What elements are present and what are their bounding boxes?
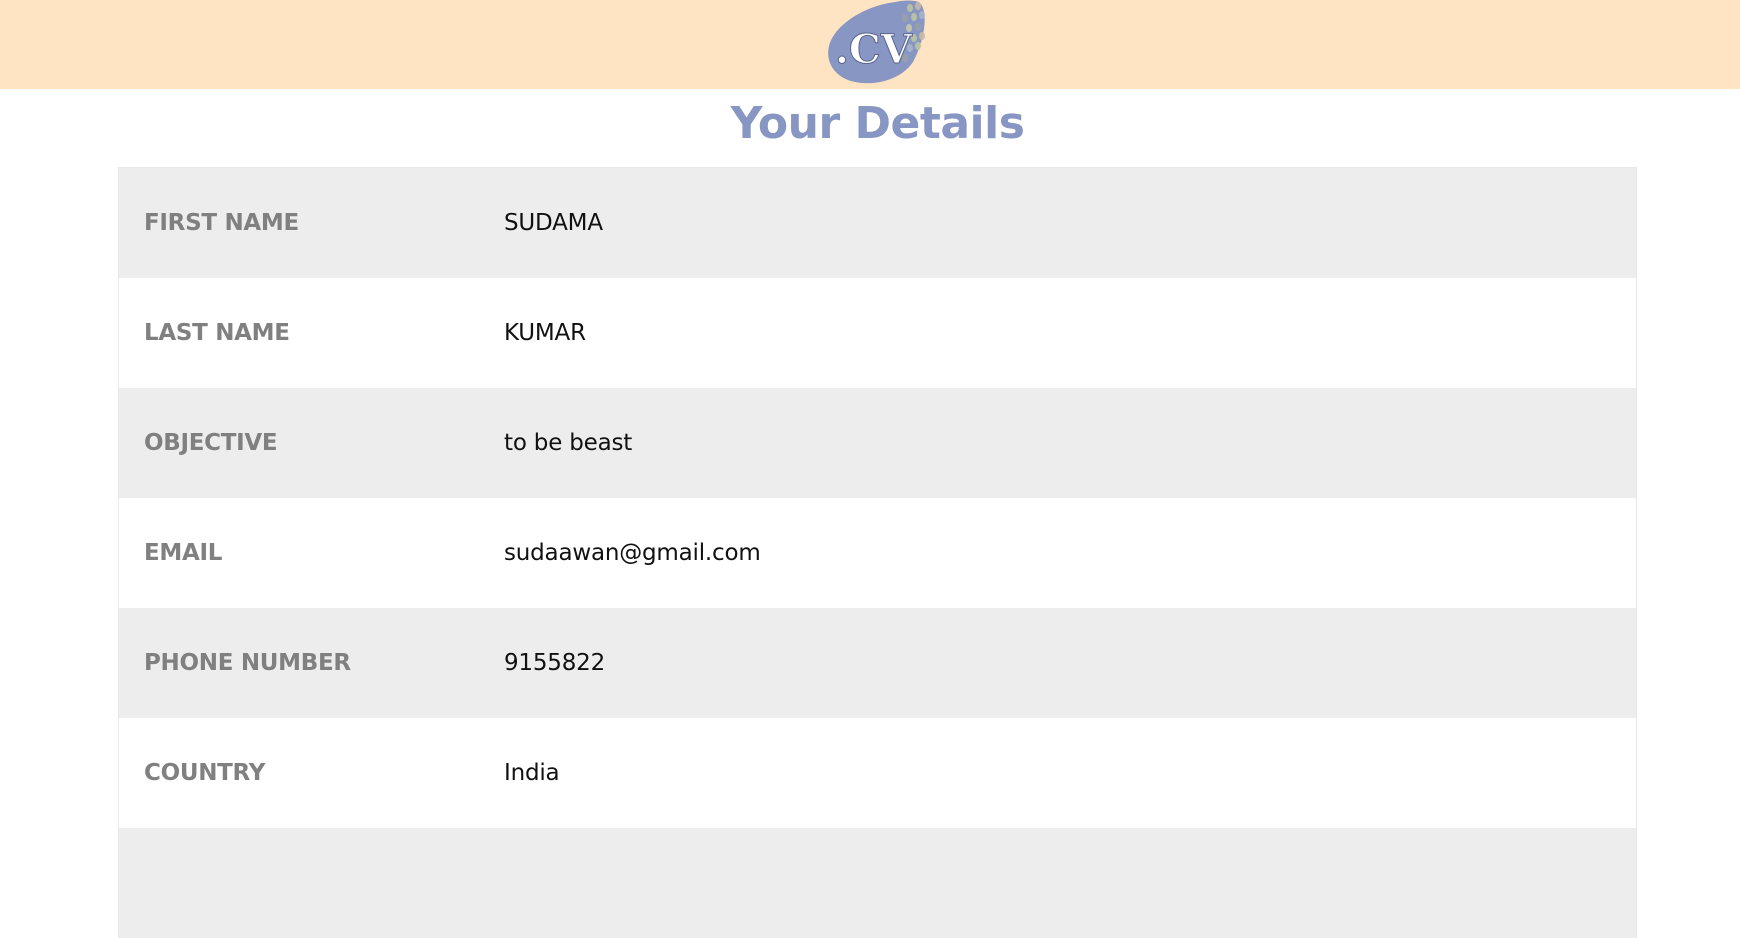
detail-label: EMAIL	[144, 540, 223, 566]
detail-value: to be beast	[504, 430, 633, 456]
cv-logo[interactable]: .CV	[825, 0, 930, 86]
detail-value: sudaawan@gmail.com	[504, 540, 761, 566]
detail-value: KUMAR	[504, 320, 586, 346]
detail-value: SUDAMA	[504, 210, 603, 236]
detail-label: FIRST NAME	[144, 210, 299, 236]
detail-value: India	[504, 760, 560, 786]
detail-row-objective: OBJECTIVE to be beast	[119, 388, 1636, 498]
detail-row-email: EMAIL sudaawan@gmail.com	[119, 498, 1636, 608]
detail-row-country: COUNTRY India	[119, 718, 1636, 828]
detail-row-partial	[119, 828, 1636, 938]
header-bar: .CV	[0, 0, 1740, 89]
detail-label: COUNTRY	[144, 760, 266, 786]
detail-label: OBJECTIVE	[144, 430, 278, 456]
detail-label: PHONE NUMBER	[144, 650, 351, 676]
page-title: Your Details	[730, 98, 1025, 149]
detail-label: LAST NAME	[144, 320, 290, 346]
svg-text:.CV: .CV	[835, 26, 913, 73]
detail-row-last-name: LAST NAME KUMAR	[119, 278, 1636, 388]
detail-value: 9155822	[504, 650, 606, 676]
detail-row-first-name: FIRST NAME SUDAMA	[119, 168, 1636, 278]
detail-row-phone-number: PHONE NUMBER 9155822	[119, 608, 1636, 718]
details-table: FIRST NAME SUDAMA LAST NAME KUMAR OBJECT…	[118, 167, 1637, 938]
